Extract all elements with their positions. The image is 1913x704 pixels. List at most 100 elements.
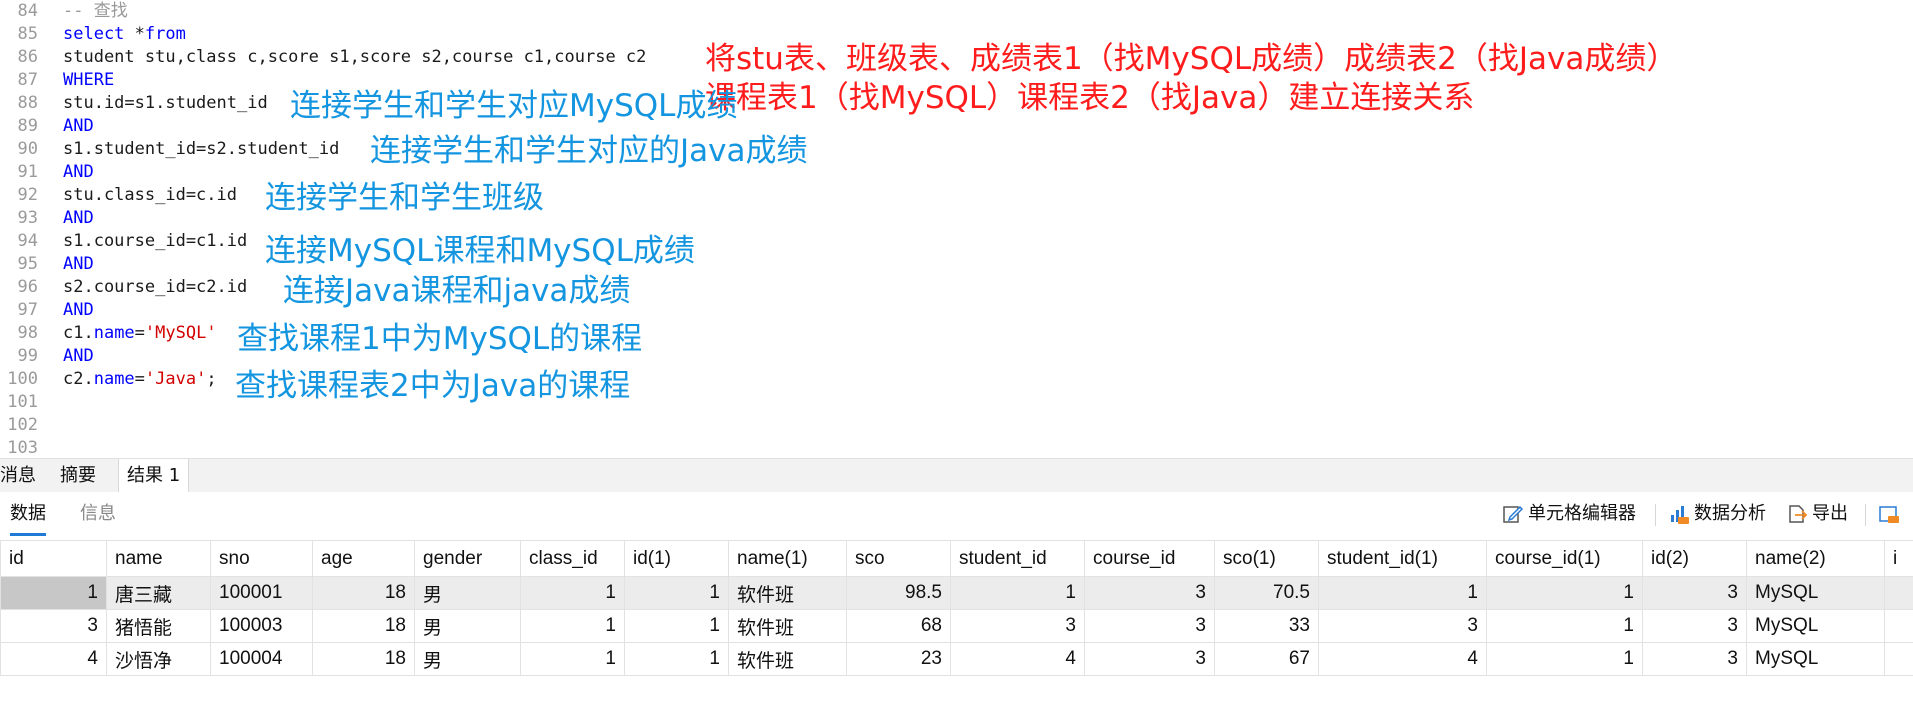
code-token: * (124, 24, 145, 44)
tab-messages[interactable]: 消息 (0, 459, 44, 492)
table-cell[interactable]: 68 (846, 609, 951, 643)
table-cell[interactable]: 男 (414, 642, 521, 676)
line-number: 98 (17, 323, 38, 343)
table-cell[interactable]: 23 (846, 642, 951, 676)
table-cell[interactable]: 18 (312, 642, 415, 676)
table-cell[interactable]: 男 (414, 576, 521, 610)
table-cell[interactable]: 18 (312, 609, 415, 643)
table-cell[interactable]: 1 (0, 576, 107, 610)
tab-info[interactable]: 信息 (80, 492, 116, 536)
code-text: student stu,class c,score s1,score s2,co… (63, 46, 646, 69)
table-cell[interactable]: MySQL (1746, 609, 1885, 643)
table-cell[interactable]: 1 (950, 576, 1085, 610)
table-cell[interactable]: 3 (1642, 609, 1747, 643)
column-header[interactable]: name(2) (1746, 540, 1885, 577)
column-header[interactable]: course_id(1) (1486, 540, 1643, 577)
table-cell[interactable]: 1 (520, 609, 625, 643)
tab-data[interactable]: 数据 (10, 492, 46, 536)
table-cell[interactable]: 1 (624, 576, 729, 610)
more-tools-button[interactable] (1878, 492, 1904, 536)
table-cell[interactable]: 100003 (210, 609, 313, 643)
table-cell[interactable]: 3 (950, 609, 1085, 643)
code-text: AND (63, 115, 94, 138)
table-cell[interactable]: 3 (1642, 576, 1747, 610)
column-header[interactable]: sno (210, 540, 313, 577)
export-button[interactable]: 导出 (1786, 492, 1848, 536)
column-header[interactable]: name(1) (728, 540, 847, 577)
table-cell[interactable]: 1 (1486, 576, 1643, 610)
table-row[interactable]: 4 沙悟净 100004 18 男 1 1 软件班 23 4 3 67 4 1 3 MySQL (0, 642, 1913, 676)
data-analysis-button[interactable]: 数据分析 (1668, 492, 1766, 536)
table-cell[interactable]: 4 (1318, 642, 1487, 676)
table-cell[interactable]: 1 (1318, 576, 1487, 610)
table-cell[interactable]: 1 (1486, 609, 1643, 643)
cell-editor-button[interactable]: 单元格编辑器 (1502, 492, 1636, 536)
toolbar-divider (1655, 504, 1656, 526)
code-text: AND (63, 253, 94, 276)
column-header[interactable]: student_id (950, 540, 1085, 577)
table-cell[interactable]: 1 (624, 642, 729, 676)
code-token: = (134, 323, 145, 343)
table-cell[interactable]: 软件班 (728, 642, 847, 676)
column-header[interactable]: id(1) (624, 540, 729, 577)
table-cell[interactable]: MySQL (1746, 576, 1885, 610)
table-cell[interactable]: 1 (1486, 642, 1643, 676)
sql-editor[interactable]: 84 -- 查找 85 select *from 86 student stu,class… (0, 0, 1913, 458)
table-row[interactable]: 3 猪悟能 100003 18 男 1 1 软件班 68 3 3 33 3 1 3 MySQL (0, 609, 1913, 643)
column-header[interactable]: gender (414, 540, 521, 577)
table-cell[interactable] (1884, 609, 1913, 643)
column-header[interactable]: course_id (1084, 540, 1215, 577)
table-cell[interactable]: 唐三藏 (106, 576, 211, 610)
table-cell[interactable]: 18 (312, 576, 415, 610)
column-header[interactable]: name (106, 540, 211, 577)
table-cell[interactable]: 4 (0, 642, 107, 676)
code-token: name (93, 369, 135, 389)
table-cell[interactable]: 沙悟净 (106, 642, 211, 676)
tab-summary[interactable]: 摘要 (52, 459, 104, 492)
table-cell[interactable]: 1 (624, 609, 729, 643)
table-cell[interactable]: 100004 (210, 642, 313, 676)
tab-result-1[interactable]: 结果 1 (118, 459, 190, 493)
table-cell[interactable]: 1 (520, 576, 625, 610)
code-token: s1.course_id=c1.id (63, 231, 248, 251)
table-cell[interactable]: 70.5 (1214, 576, 1319, 610)
column-header[interactable]: id(2) (1642, 540, 1747, 577)
table-cell[interactable]: 猪悟能 (106, 609, 211, 643)
line-number: 96 (17, 277, 38, 297)
export-label: 导出 (1812, 503, 1848, 524)
code-token: AND (63, 254, 94, 274)
table-cell[interactable]: 67 (1214, 642, 1319, 676)
column-header[interactable]: id (0, 540, 107, 577)
table-cell[interactable] (1884, 642, 1913, 676)
table-cell[interactable]: 3 (1642, 642, 1747, 676)
table-cell[interactable]: 3 (1084, 642, 1215, 676)
column-header[interactable]: age (312, 540, 415, 577)
column-header[interactable]: i (1884, 540, 1913, 577)
annotation-line-94: 连接MySQL课程和MySQL成绩 (265, 233, 695, 269)
table-cell[interactable]: 3 (1084, 576, 1215, 610)
table-cell[interactable]: MySQL (1746, 642, 1885, 676)
table-cell[interactable]: 1 (520, 642, 625, 676)
table-cell[interactable]: 98.5 (846, 576, 951, 610)
table-cell[interactable]: 100001 (210, 576, 313, 610)
table-cell[interactable]: 3 (1084, 609, 1215, 643)
column-header[interactable]: class_id (520, 540, 625, 577)
code-text: stu.class_id=c.id (63, 184, 237, 207)
column-header[interactable]: student_id(1) (1318, 540, 1487, 577)
table-cell[interactable]: 4 (950, 642, 1085, 676)
result-grid[interactable]: id name sno age gender class_id id(1) name(1) sc… (0, 540, 1913, 704)
table-cell[interactable]: 软件班 (728, 609, 847, 643)
table-cell[interactable]: 3 (0, 609, 107, 643)
table-cell[interactable]: 33 (1214, 609, 1319, 643)
line-number: 85 (17, 24, 38, 44)
code-text: AND (63, 161, 94, 184)
table-cell[interactable]: 软件班 (728, 576, 847, 610)
column-header[interactable]: sco(1) (1214, 540, 1319, 577)
column-header[interactable]: sco (846, 540, 951, 577)
table-row[interactable]: 1 唐三藏 100001 18 男 1 1 软件班 98.5 1 3 70.5 1 1 3 MySQL (0, 576, 1913, 610)
table-cell[interactable]: 男 (414, 609, 521, 643)
table-cell[interactable] (1884, 576, 1913, 610)
table-cell[interactable]: 3 (1318, 609, 1487, 643)
line-number: 91 (17, 162, 38, 182)
code-token: = (134, 369, 145, 389)
